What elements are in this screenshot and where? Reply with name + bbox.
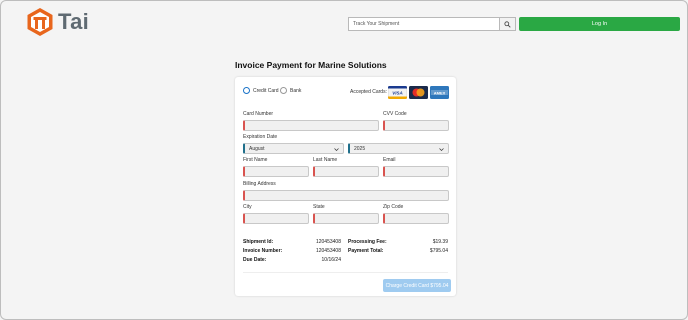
amex-icon: AMEX [430, 86, 449, 99]
search-button[interactable] [499, 17, 516, 31]
page-title: Invoice Payment for Marine Solutions [235, 60, 387, 70]
divider [243, 272, 448, 273]
payment-total-label: Payment Total: [348, 248, 384, 254]
login-button[interactable]: Log In [519, 17, 680, 31]
tai-logo-icon [27, 8, 53, 36]
browser-frame: Tai Log In Invoice Payment for Marine So… [0, 0, 688, 320]
email-label: Email [383, 157, 396, 163]
chevron-down-icon [334, 147, 339, 151]
logo[interactable]: Tai [25, 7, 89, 37]
track-shipment-input[interactable] [348, 17, 499, 31]
billing-address-label: Billing Address [243, 181, 276, 187]
shipment-id-value: 120453408 [315, 239, 341, 245]
search-icon [504, 20, 511, 28]
exp-month-select[interactable]: August [243, 143, 344, 154]
payment-total-value: $795.04 [429, 248, 448, 254]
charge-credit-card-button[interactable]: Charge Credit Card $795.04 [383, 279, 451, 292]
processing-fee-label: Processing Fee: [348, 239, 387, 245]
brand-name: Tai [58, 9, 90, 34]
bank-radio[interactable] [280, 87, 287, 94]
last-name-label: Last Name [313, 157, 338, 163]
first-name-label: First Name [243, 157, 268, 163]
zip-input[interactable] [383, 213, 449, 224]
credit-card-radio[interactable] [243, 87, 250, 94]
card-number-label: Card Number [243, 111, 274, 117]
track-shipment-search [348, 17, 516, 31]
last-name-input[interactable] [313, 166, 379, 177]
state-label: State [313, 204, 325, 210]
due-date-value: 10/16/24 [321, 257, 341, 263]
state-input[interactable] [313, 213, 379, 224]
cvv-label: CVV Code [383, 111, 407, 117]
card-number-input[interactable] [243, 120, 379, 131]
visa-icon: VISA [388, 86, 407, 99]
billing-address-input[interactable] [243, 190, 449, 201]
invoice-number-label: Invoice Number: [243, 248, 283, 254]
expiration-label: Expiration Date [243, 134, 278, 140]
due-date-label: Due Date: [243, 257, 267, 263]
exp-month-value: August [249, 145, 265, 152]
zip-label: Zip Code [383, 204, 404, 210]
credit-card-radio-label[interactable]: Credit Card [253, 88, 279, 94]
exp-year-value: 2025 [354, 145, 366, 152]
chevron-down-icon [439, 147, 444, 151]
svg-text:AMEX: AMEX [434, 90, 446, 95]
bank-radio-label[interactable]: Bank [290, 88, 301, 94]
first-name-input[interactable] [243, 166, 309, 177]
exp-year-select[interactable]: 2025 [348, 143, 449, 154]
city-input[interactable] [243, 213, 309, 224]
email-input[interactable] [383, 166, 449, 177]
cvv-input[interactable] [383, 120, 449, 131]
svg-text:VISA: VISA [392, 91, 403, 96]
accepted-cards-label: Accepted Cards: [350, 89, 387, 95]
payment-card: Credit Card Bank Accepted Cards: VISA AM… [235, 77, 456, 296]
city-label: City [243, 204, 252, 210]
invoice-number-value: 120453408 [315, 248, 341, 254]
mastercard-icon [409, 86, 428, 99]
processing-fee-value: $19.39 [432, 239, 448, 245]
shipment-id-label: Shipment Id: [243, 239, 274, 245]
